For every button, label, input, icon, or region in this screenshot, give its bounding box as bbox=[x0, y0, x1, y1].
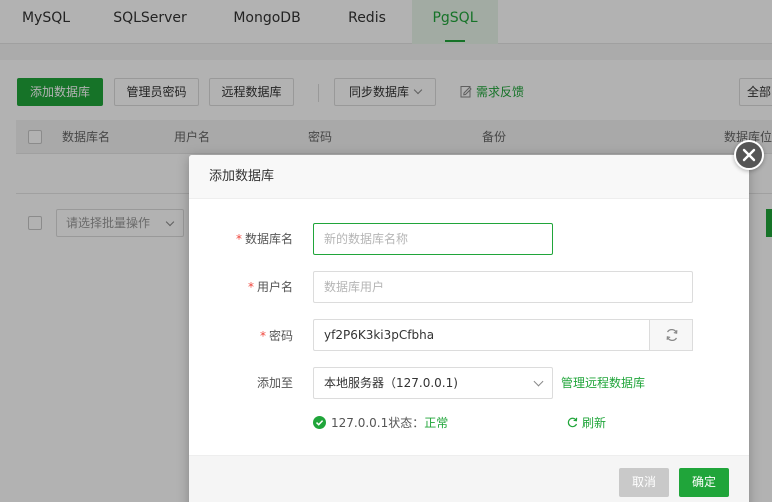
dialog-title: 添加数据库 bbox=[209, 169, 275, 184]
db-name-placeholder: 新的数据库名称 bbox=[324, 232, 409, 246]
username-label: * 用户名 bbox=[189, 279, 293, 295]
password-input[interactable]: yf2P6K3ki3pCfbha bbox=[313, 319, 650, 351]
username-label-text: 用户名 bbox=[256, 280, 293, 294]
add-database-dialog: 添加数据库 * 数据库名 新的数据库名称 * 用户名 数据库用户 * 密码 yf2P6… bbox=[189, 155, 749, 502]
required-marker: * bbox=[247, 280, 254, 294]
check-circle-icon bbox=[313, 416, 326, 429]
generate-password-button[interactable] bbox=[649, 319, 693, 351]
confirm-button[interactable]: 确定 bbox=[679, 468, 729, 497]
username-input[interactable]: 数据库用户 bbox=[313, 271, 693, 303]
server-select-value: 本地服务器（127.0.0.1) bbox=[324, 376, 458, 390]
close-dialog-button[interactable] bbox=[734, 140, 764, 170]
password-label: * 密码 bbox=[189, 328, 293, 344]
chevron-down-icon bbox=[533, 376, 544, 387]
add-to-label: 添加至 bbox=[256, 376, 293, 390]
password-label-text: 密码 bbox=[268, 329, 293, 343]
close-icon bbox=[742, 148, 756, 162]
username-placeholder: 数据库用户 bbox=[324, 280, 385, 294]
server-select[interactable]: 本地服务器（127.0.0.1) bbox=[313, 367, 553, 399]
dialog-header: 添加数据库 bbox=[189, 155, 749, 199]
db-name-label: * 数据库名 bbox=[189, 231, 293, 247]
refresh-icon bbox=[567, 417, 578, 428]
status-value: 正常 bbox=[424, 416, 449, 430]
refresh-status-link[interactable]: 刷新 bbox=[567, 415, 606, 431]
refresh-icon bbox=[666, 329, 678, 341]
required-marker: * bbox=[259, 329, 266, 343]
refresh-label: 刷新 bbox=[582, 416, 607, 430]
dialog-footer: 取消 确定 bbox=[189, 455, 749, 502]
cancel-button[interactable]: 取消 bbox=[619, 468, 669, 497]
required-marker: * bbox=[235, 232, 242, 246]
db-name-input[interactable]: 新的数据库名称 bbox=[313, 223, 553, 255]
status-prefix: 127.0.0.1状态： bbox=[331, 416, 425, 430]
db-name-label-text: 数据库名 bbox=[244, 232, 293, 246]
server-status: 127.0.0.1状态：正常 bbox=[313, 415, 448, 431]
manage-remote-db-link[interactable]: 管理远程数据库 bbox=[561, 375, 645, 391]
